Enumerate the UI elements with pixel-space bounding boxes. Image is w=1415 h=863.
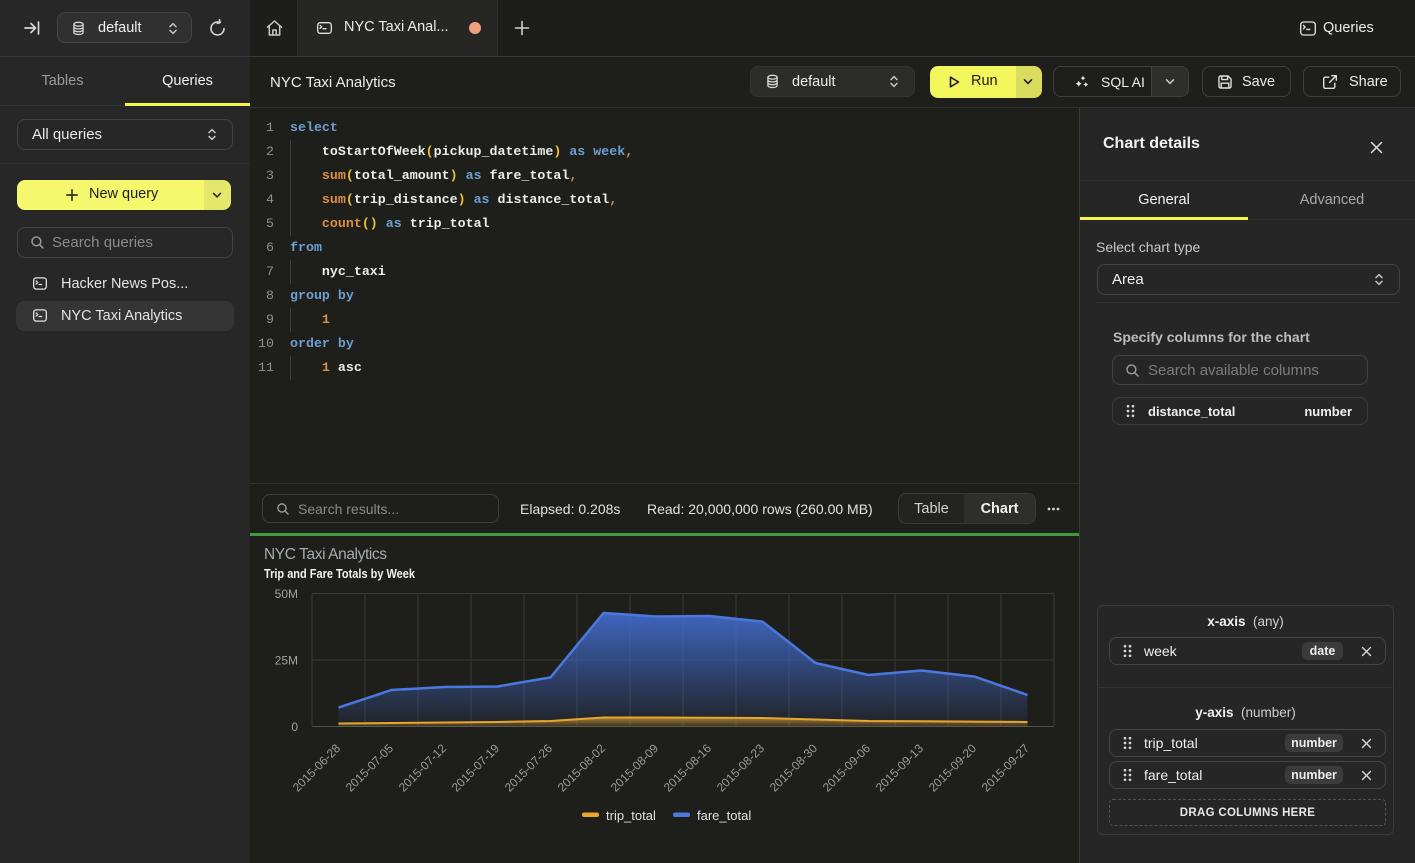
svg-text:0: 0 — [291, 720, 298, 734]
svg-text:fare_total: fare_total — [697, 808, 751, 823]
svg-text:25M: 25M — [275, 654, 298, 668]
svg-text:2015-09-20: 2015-09-20 — [926, 741, 980, 795]
svg-text:2015-08-02: 2015-08-02 — [555, 741, 609, 795]
svg-text:2015-07-12: 2015-07-12 — [396, 741, 450, 795]
svg-text:2015-09-06: 2015-09-06 — [820, 741, 874, 795]
svg-text:50M: 50M — [275, 587, 298, 601]
svg-text:trip_total: trip_total — [606, 808, 656, 823]
svg-text:2015-09-27: 2015-09-27 — [979, 741, 1033, 795]
svg-text:2015-08-23: 2015-08-23 — [714, 741, 768, 795]
svg-text:2015-08-16: 2015-08-16 — [661, 741, 715, 795]
svg-text:Trip and Fare Totals by Week: Trip and Fare Totals by Week — [264, 566, 416, 581]
svg-text:2015-06-28: 2015-06-28 — [290, 741, 344, 795]
svg-text:2015-08-09: 2015-08-09 — [608, 741, 662, 795]
svg-text:2015-07-26: 2015-07-26 — [502, 741, 556, 795]
svg-text:NYC Taxi Analytics: NYC Taxi Analytics — [264, 546, 387, 563]
svg-text:2015-08-30: 2015-08-30 — [767, 741, 821, 795]
svg-text:2015-07-19: 2015-07-19 — [449, 741, 503, 795]
svg-text:2015-07-05: 2015-07-05 — [343, 741, 397, 795]
svg-text:2015-09-13: 2015-09-13 — [873, 741, 927, 795]
